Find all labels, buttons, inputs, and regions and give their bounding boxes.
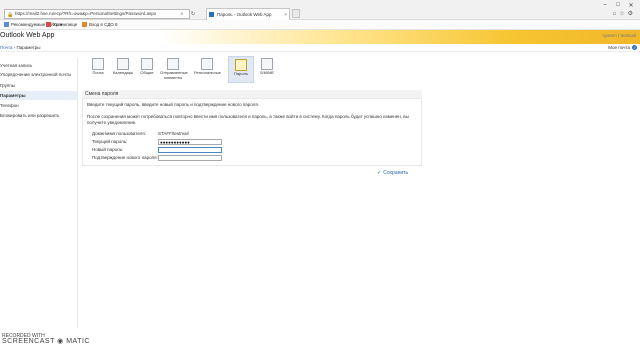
screencast-watermark: RECORDED WITH SCREENCAST ◉ MATIC — [2, 333, 90, 345]
intro-text: Введите текущий пароль, введите новый па… — [87, 102, 260, 107]
nav-item-account[interactable]: Учетная запись — [0, 61, 78, 70]
confirm-password-label: Подтверждение нового пароля: — [92, 155, 158, 160]
checkmark-icon: ✓ — [377, 170, 382, 176]
user-name[interactable]: system | testmail — [603, 33, 636, 38]
browser-toolbar: – □ ✕ 🔒 https://mail2.hse.ru/ecp/?Rfr=ow… — [0, 0, 640, 20]
new-password-input[interactable] — [158, 147, 222, 153]
nav-item-groups[interactable]: Группы — [0, 81, 78, 90]
tab-general[interactable]: Общие — [134, 56, 160, 83]
sent-items-icon — [167, 58, 179, 70]
current-password-label: Текущий пароль: — [92, 139, 128, 144]
domain-label: Домен\имя пользователя: — [92, 131, 146, 136]
tab-calendar[interactable]: Календарь — [110, 56, 136, 83]
url-text: https://mail2.hse.ru/ecp/?Rfr=owa&p=Pers… — [15, 11, 157, 16]
refresh-icon[interactable]: ↻ — [190, 11, 196, 17]
nav-item-settings[interactable]: Параметры — [0, 91, 78, 100]
favorite-icon — [4, 22, 9, 28]
favorite-sdo[interactable]: Вход в СДО 6 — [82, 21, 118, 29]
owa-header: Outlook Web App system | testmail — [0, 30, 640, 44]
new-password-label: Новый пароль: — [92, 147, 124, 152]
breadcrumb: Почта › Параметры — [0, 45, 41, 50]
tab-sent-items[interactable]: Отправленные элементы — [160, 56, 188, 83]
breadcrumb-mail-link[interactable]: Почта — [0, 45, 13, 50]
owa-subheader — [0, 44, 640, 52]
close-icon[interactable]: ✕ — [627, 2, 635, 9]
browser-tab[interactable]: Пароль - Outlook Web App × — [206, 8, 290, 20]
favorite-storage[interactable]: Хранилище — [46, 21, 77, 29]
regional-icon — [201, 58, 213, 70]
tab-regional[interactable]: Региональные — [194, 56, 221, 83]
current-password-input[interactable]: ●●●●●●●●●●● — [158, 139, 222, 145]
left-navigation: Учетная запись Упорядочение электронной … — [0, 58, 78, 328]
smime-icon — [261, 58, 273, 70]
browser-tools-icons[interactable]: ⌂☆⚙ — [613, 10, 636, 17]
favorites-bar: Рекомендуемые сайты ▾ Хранилище Вход в С… — [0, 20, 640, 30]
favorite-icon — [46, 22, 51, 28]
minimize-icon[interactable]: – — [601, 2, 609, 8]
nav-item-organize-mail[interactable]: Упорядочение электронной почты — [0, 70, 78, 79]
note-text: После сохранения может потребоваться пов… — [87, 114, 409, 125]
help-icon[interactable]: ? — [632, 45, 637, 50]
tab-smime[interactable]: S/MIME — [254, 56, 280, 83]
confirm-password-input[interactable] — [158, 155, 222, 161]
nav-item-phone[interactable]: Телефон — [0, 101, 78, 110]
address-bar[interactable]: 🔒 https://mail2.hse.ru/ecp/?Rfr=owa&p=Pe… — [4, 9, 190, 19]
owa-logo: Outlook Web App — [0, 32, 55, 39]
mail-icon — [92, 58, 104, 70]
outlook-favicon-icon — [209, 12, 214, 17]
my-mail-link[interactable]: Мое почта — [608, 45, 630, 50]
nav-item-block-allow[interactable]: Блокировать или разрешить — [0, 111, 78, 120]
section-title: Смена пароля — [82, 90, 422, 98]
breadcrumb-current: Параметры — [16, 45, 41, 50]
tab-password[interactable]: Пароль — [228, 56, 254, 83]
key-icon — [235, 59, 247, 71]
tab-title: Пароль - Outlook Web App — [217, 12, 272, 17]
tab-close-icon[interactable]: × — [284, 9, 287, 20]
favorite-icon — [82, 22, 87, 28]
domain-value: STAFF\testmail — [158, 131, 189, 136]
lock-icon: 🔒 — [7, 12, 14, 18]
calendar-icon — [117, 58, 129, 70]
maximize-icon[interactable]: □ — [614, 2, 622, 8]
general-icon — [141, 58, 153, 70]
save-label: Сохранить — [383, 170, 409, 176]
search-icon[interactable]: ⌕ — [179, 11, 185, 17]
new-tab-button[interactable] — [292, 9, 300, 18]
tab-mail[interactable]: Почта — [85, 56, 111, 83]
breadcrumb-separator: › — [13, 45, 16, 50]
save-button[interactable]: ✓ Сохранить — [377, 170, 408, 176]
